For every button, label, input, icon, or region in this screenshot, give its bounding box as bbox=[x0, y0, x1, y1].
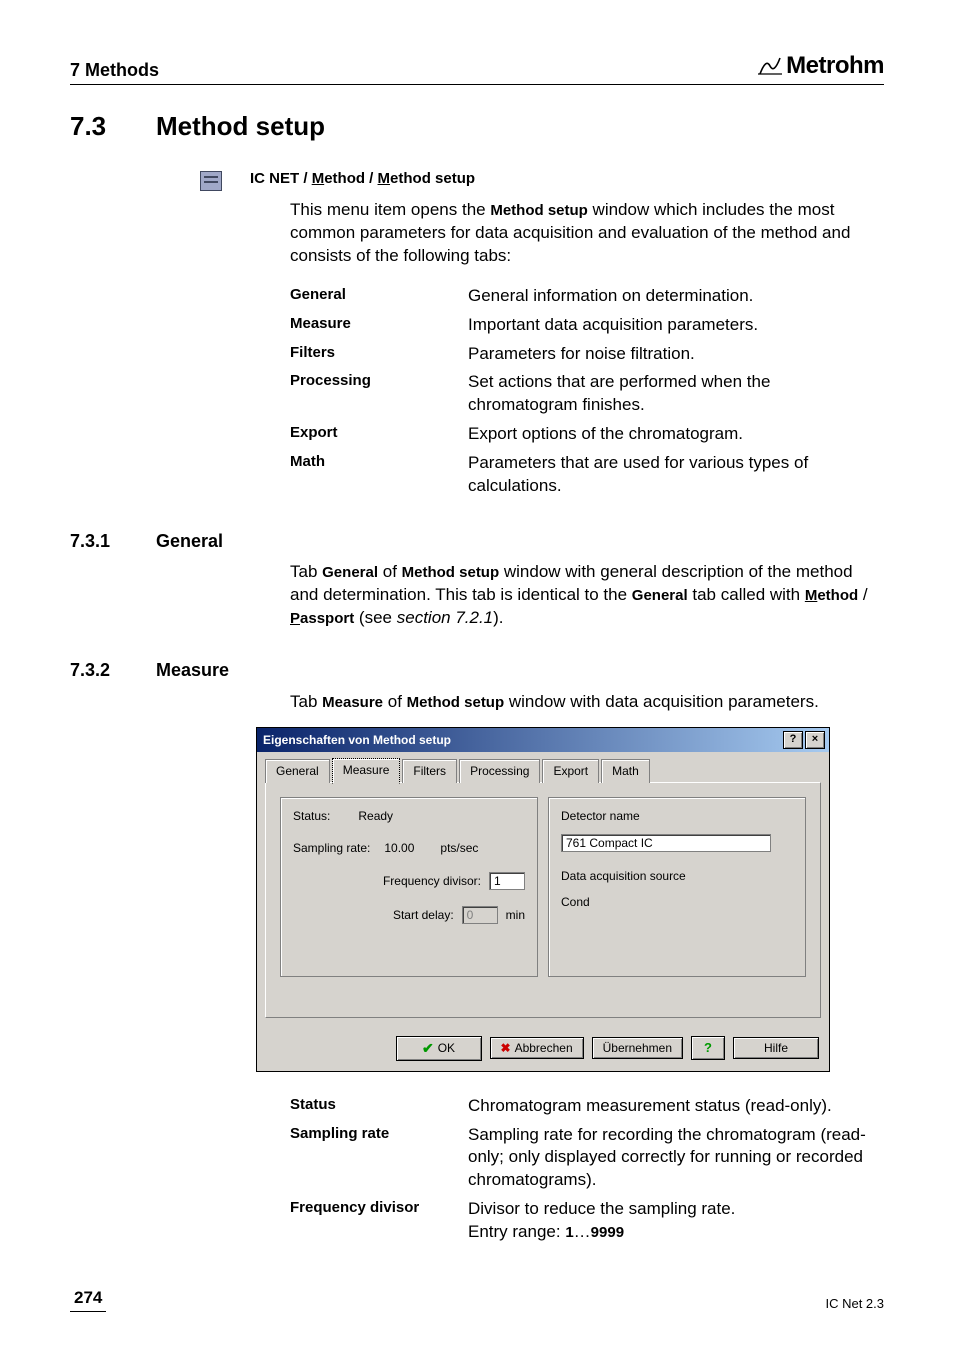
table-row: Sampling rateSampling rate for recording… bbox=[290, 1121, 884, 1196]
product-footer: IC Net 2.3 bbox=[825, 1295, 884, 1313]
measure-right-group: Detector name Data acquisition source Co… bbox=[548, 797, 806, 977]
tab-desc-cell: Set actions that are performed when the … bbox=[468, 368, 884, 420]
field-name-cell: Frequency divisor bbox=[290, 1195, 468, 1247]
dialog-title: Eigenschaften von Method setup bbox=[263, 732, 451, 748]
brand-logo: Metrohm bbox=[758, 50, 884, 82]
tab-filters[interactable]: Filters bbox=[402, 759, 457, 782]
table-row: StatusChromatogram measurement status (r… bbox=[290, 1092, 884, 1121]
tab-desc-cell: Export options of the chromatogram. bbox=[468, 420, 884, 449]
help-button[interactable]: Hilfe bbox=[733, 1037, 819, 1059]
tab-desc-cell: Parameters that are used for various typ… bbox=[468, 449, 884, 501]
tab-general[interactable]: General bbox=[265, 759, 330, 782]
tab-math[interactable]: Math bbox=[601, 759, 650, 782]
intro-paragraph: This menu item opens the Method setup wi… bbox=[290, 199, 884, 268]
context-help-button[interactable]: ? bbox=[691, 1036, 725, 1060]
table-row: ProcessingSet actions that are performed… bbox=[290, 368, 884, 420]
table-row: MeasureImportant data acquisition parame… bbox=[290, 311, 884, 340]
tab-panel-measure: Status: Ready Sampling rate: 10.00 pts/s… bbox=[265, 782, 821, 1018]
start-delay-input bbox=[462, 906, 498, 924]
start-delay-unit: min bbox=[506, 907, 525, 923]
chapter-header: 7 Methods bbox=[70, 58, 159, 82]
question-icon: ? bbox=[704, 1039, 712, 1057]
subsection-7-3-2: 7.3.2Measure bbox=[70, 658, 884, 682]
table-row: MathParameters that are used for various… bbox=[290, 449, 884, 501]
dialog-button-row: ✔ OK ✖Abbrechen Übernehmen ? Hilfe bbox=[257, 1028, 829, 1071]
measure-left-group: Status: Ready Sampling rate: 10.00 pts/s… bbox=[280, 797, 538, 977]
field-desc-cell: Chromatogram measurement status (read-on… bbox=[468, 1092, 884, 1121]
tab-name-cell: Math bbox=[290, 449, 468, 501]
field-desc-cell: Divisor to reduce the sampling rate.Entr… bbox=[468, 1195, 884, 1247]
field-name-cell: Sampling rate bbox=[290, 1121, 468, 1196]
tabs-description-table: GeneralGeneral information on determinat… bbox=[290, 282, 884, 502]
status-label: Status: bbox=[293, 808, 330, 824]
sampling-rate-label: Sampling rate: bbox=[293, 840, 370, 856]
tab-processing[interactable]: Processing bbox=[459, 759, 540, 782]
field-desc-cell: Sampling rate for recording the chromato… bbox=[468, 1121, 884, 1196]
tab-export[interactable]: Export bbox=[542, 759, 599, 782]
dialog-titlebar[interactable]: Eigenschaften von Method setup ? × bbox=[257, 728, 829, 752]
daq-source-value: Cond bbox=[561, 894, 590, 910]
start-delay-label: Start delay: bbox=[393, 907, 454, 923]
page-number: 274 bbox=[70, 1287, 106, 1312]
sampling-rate-value: 10.00 bbox=[384, 840, 414, 856]
tab-name-cell: Processing bbox=[290, 368, 468, 420]
method-setup-icon bbox=[200, 171, 222, 191]
tab-measure[interactable]: Measure bbox=[332, 758, 401, 783]
status-value: Ready bbox=[358, 808, 393, 824]
fields-description-table: StatusChromatogram measurement status (r… bbox=[290, 1092, 884, 1248]
metrohm-logo-icon bbox=[758, 56, 782, 76]
subsection-7-3-1: 7.3.1General bbox=[70, 529, 884, 553]
detector-name-input[interactable] bbox=[561, 834, 771, 852]
measure-paragraph: Tab Measure of Method setup window with … bbox=[290, 691, 884, 714]
general-paragraph: Tab General of Method setup window with … bbox=[290, 561, 884, 630]
section-heading: 7.3Method setup bbox=[70, 109, 884, 144]
table-row: FiltersParameters for noise filtration. bbox=[290, 340, 884, 369]
tab-name-cell: Filters bbox=[290, 340, 468, 369]
tab-desc-cell: Parameters for noise filtration. bbox=[468, 340, 884, 369]
breadcrumb: IC NET / Method / Method setup bbox=[250, 169, 884, 189]
daq-source-label: Data acquisition source bbox=[561, 868, 686, 884]
method-setup-dialog: Eigenschaften von Method setup ? × Gener… bbox=[256, 727, 830, 1071]
sampling-rate-unit: pts/sec bbox=[440, 840, 478, 856]
x-icon: ✖ bbox=[501, 1040, 511, 1056]
cancel-button[interactable]: ✖Abbrechen bbox=[490, 1037, 584, 1059]
tab-desc-cell: Important data acquisition parameters. bbox=[468, 311, 884, 340]
field-name-cell: Status bbox=[290, 1092, 468, 1121]
tab-desc-cell: General information on determination. bbox=[468, 282, 884, 311]
tab-name-cell: General bbox=[290, 282, 468, 311]
frequency-divisor-label: Frequency divisor: bbox=[383, 873, 481, 889]
apply-button[interactable]: Übernehmen bbox=[592, 1037, 683, 1059]
detector-name-label: Detector name bbox=[561, 808, 640, 824]
tab-name-cell: Measure bbox=[290, 311, 468, 340]
dialog-close-icon[interactable]: × bbox=[805, 731, 825, 749]
tab-name-cell: Export bbox=[290, 420, 468, 449]
frequency-divisor-input[interactable] bbox=[489, 872, 525, 890]
dialog-help-icon[interactable]: ? bbox=[783, 731, 803, 749]
dialog-tabstrip: GeneralMeasureFiltersProcessingExportMat… bbox=[265, 758, 821, 782]
table-row: GeneralGeneral information on determinat… bbox=[290, 282, 884, 311]
check-icon: ✔ bbox=[422, 1039, 434, 1058]
table-row: Frequency divisorDivisor to reduce the s… bbox=[290, 1195, 884, 1247]
table-row: ExportExport options of the chromatogram… bbox=[290, 420, 884, 449]
ok-button[interactable]: ✔ OK bbox=[396, 1036, 482, 1061]
